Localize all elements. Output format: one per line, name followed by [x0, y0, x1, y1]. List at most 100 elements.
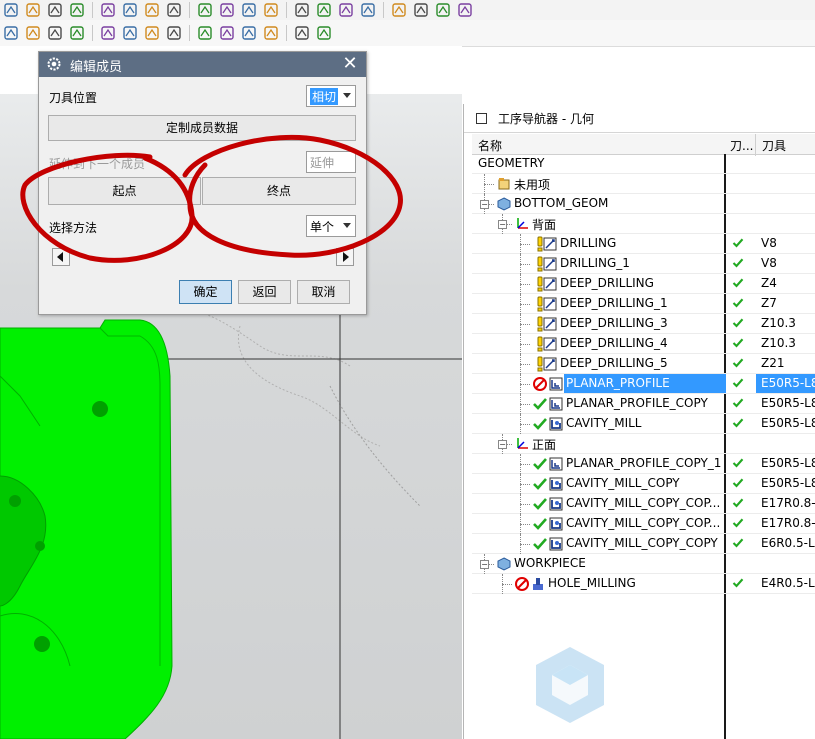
measure-icon[interactable] [412, 2, 430, 18]
table-row[interactable]: DRILLING_1 V8 [472, 254, 815, 274]
tool-position-select[interactable]: 相切 [306, 85, 356, 107]
create-method-icon[interactable] [68, 25, 86, 41]
table-row[interactable]: − 背面 [472, 214, 815, 234]
tree-connector [520, 454, 521, 474]
redo-icon[interactable] [196, 2, 214, 18]
extend-select[interactable]: 延伸 [306, 151, 356, 173]
collapse-toggle-icon[interactable]: − [480, 560, 489, 569]
arc-icon[interactable] [24, 2, 42, 18]
coordinate-system-icon [517, 438, 528, 449]
create-geometry-icon[interactable] [46, 25, 64, 41]
grid-icon[interactable] [143, 2, 161, 18]
workpiece-icon [497, 557, 511, 571]
simulate-icon[interactable] [218, 25, 236, 41]
row-name: DEEP_DRILLING [560, 276, 654, 290]
pan-icon[interactable] [293, 2, 311, 18]
sketch-icon[interactable] [99, 2, 117, 18]
collapse-toggle-icon[interactable]: − [480, 200, 489, 209]
column-header-tool[interactable]: 刀具 [762, 137, 786, 154]
checkmark-icon [533, 538, 547, 550]
analysis-icon[interactable] [434, 2, 452, 18]
rotate-icon[interactable] [218, 2, 236, 18]
row-tool: Z21 [761, 356, 785, 370]
close-icon[interactable]: ✕ [341, 54, 359, 74]
table-row[interactable]: DEEP_DRILLING_3 Z10.3 [472, 314, 815, 334]
table-row[interactable]: PLANAR_PROFILE E50R5-L80 [472, 374, 815, 394]
list-icon[interactable] [262, 25, 280, 41]
table-row[interactable]: GEOMETRY [472, 154, 815, 174]
table-row[interactable]: HOLE_MILLING E4R0.5-L2 [472, 574, 815, 594]
feature-icon[interactable] [293, 25, 311, 41]
navigator-title: 工序导航器 - 几何 [498, 112, 594, 126]
row-tool: E50R5-L80 [761, 476, 815, 490]
collapse-toggle-icon[interactable]: − [498, 440, 507, 449]
line-icon[interactable] [2, 2, 20, 18]
row-name: CAVITY_MILL_COPY [566, 476, 680, 490]
table-row[interactable]: CAVITY_MILL_COPY_COPY E6R0.5-L2 [472, 534, 815, 554]
table-row[interactable]: CAVITY_MILL_COPY E50R5-L80 [472, 474, 815, 494]
output-icon[interactable] [315, 25, 333, 41]
collapse-toggle-icon[interactable]: − [498, 220, 507, 229]
row-name: HOLE_MILLING [548, 576, 636, 590]
fit-icon[interactable] [262, 2, 280, 18]
render-icon[interactable] [359, 2, 377, 18]
table-row[interactable]: CAVITY_MILL_COPY_COP... E17R0.8-L [472, 514, 815, 534]
machine-icon[interactable] [240, 25, 258, 41]
table-row[interactable]: DEEP_DRILLING_1 Z7 [472, 294, 815, 314]
tree-connector [520, 474, 521, 494]
tree-connector [520, 514, 521, 534]
customize-member-data-button[interactable]: 定制成员数据 [48, 115, 356, 141]
create-operation-icon[interactable] [99, 25, 117, 41]
layer-icon[interactable] [337, 2, 355, 18]
end-point-button[interactable]: 终点 [202, 177, 356, 205]
filter-icon[interactable] [456, 2, 474, 18]
back-button[interactable]: 返回 [238, 280, 291, 304]
table-row[interactable]: − 正面 [472, 434, 815, 454]
generate-path-icon[interactable] [121, 25, 139, 41]
gear-icon [47, 57, 61, 71]
ok-button[interactable]: 确定 [179, 280, 232, 304]
row-name: 背面 [532, 218, 557, 232]
dialog-title-bar[interactable]: 编辑成员 ✕ [39, 52, 366, 77]
drilling-op-icon [543, 237, 557, 251]
cavity-mill-icon [549, 517, 563, 531]
snap-icon[interactable] [121, 2, 139, 18]
create-program-icon[interactable] [2, 25, 20, 41]
table-row[interactable]: − BOTTOM_GEOM [472, 194, 815, 214]
shop-doc-icon[interactable] [196, 25, 214, 41]
select-method-select[interactable]: 单个 [306, 215, 356, 237]
row-tool: E50R5-L80 [761, 396, 815, 410]
tree-connector [520, 424, 530, 425]
table-row[interactable]: − WORKPIECE [472, 554, 815, 574]
cancel-button[interactable]: 取消 [297, 280, 350, 304]
view-icon[interactable] [315, 2, 333, 18]
tree-connector [520, 274, 521, 294]
table-row[interactable]: CAVITY_MILL_COPY_COP... E17R0.8-L [472, 494, 815, 514]
zoom-icon[interactable] [240, 2, 258, 18]
verify-icon[interactable] [143, 25, 161, 41]
create-tool-icon[interactable] [24, 25, 42, 41]
previous-member-button[interactable] [52, 248, 70, 266]
undo-icon[interactable] [165, 2, 183, 18]
start-point-button[interactable]: 起点 [48, 177, 201, 205]
restore-icon[interactable] [476, 113, 487, 124]
table-row[interactable]: DRILLING V8 [472, 234, 815, 254]
table-row[interactable]: 未用项 [472, 174, 815, 194]
unused-items-icon [498, 178, 510, 190]
column-divider [755, 134, 756, 156]
table-row[interactable]: DEEP_DRILLING_4 Z10.3 [472, 334, 815, 354]
column-header-name[interactable]: 名称 [478, 137, 502, 154]
curve-icon[interactable] [46, 2, 64, 18]
table-row[interactable]: PLANAR_PROFILE_COPY E50R5-L80 [472, 394, 815, 414]
section-icon[interactable] [390, 2, 408, 18]
row-name: WORKPIECE [514, 556, 586, 570]
postprocess-icon[interactable] [165, 25, 183, 41]
table-row[interactable]: DEEP_DRILLING Z4 [472, 274, 815, 294]
column-header-path[interactable]: 刀... [730, 137, 753, 154]
point-icon[interactable] [68, 2, 86, 18]
table-row[interactable]: DEEP_DRILLING_5 Z21 [472, 354, 815, 374]
next-member-button[interactable] [336, 248, 354, 266]
row-name: CAVITY_MILL_COPY_COP... [566, 516, 721, 530]
table-row[interactable]: CAVITY_MILL E50R5-L80 [472, 414, 815, 434]
table-row[interactable]: PLANAR_PROFILE_COPY_1 E50R5-L80 [472, 454, 815, 474]
